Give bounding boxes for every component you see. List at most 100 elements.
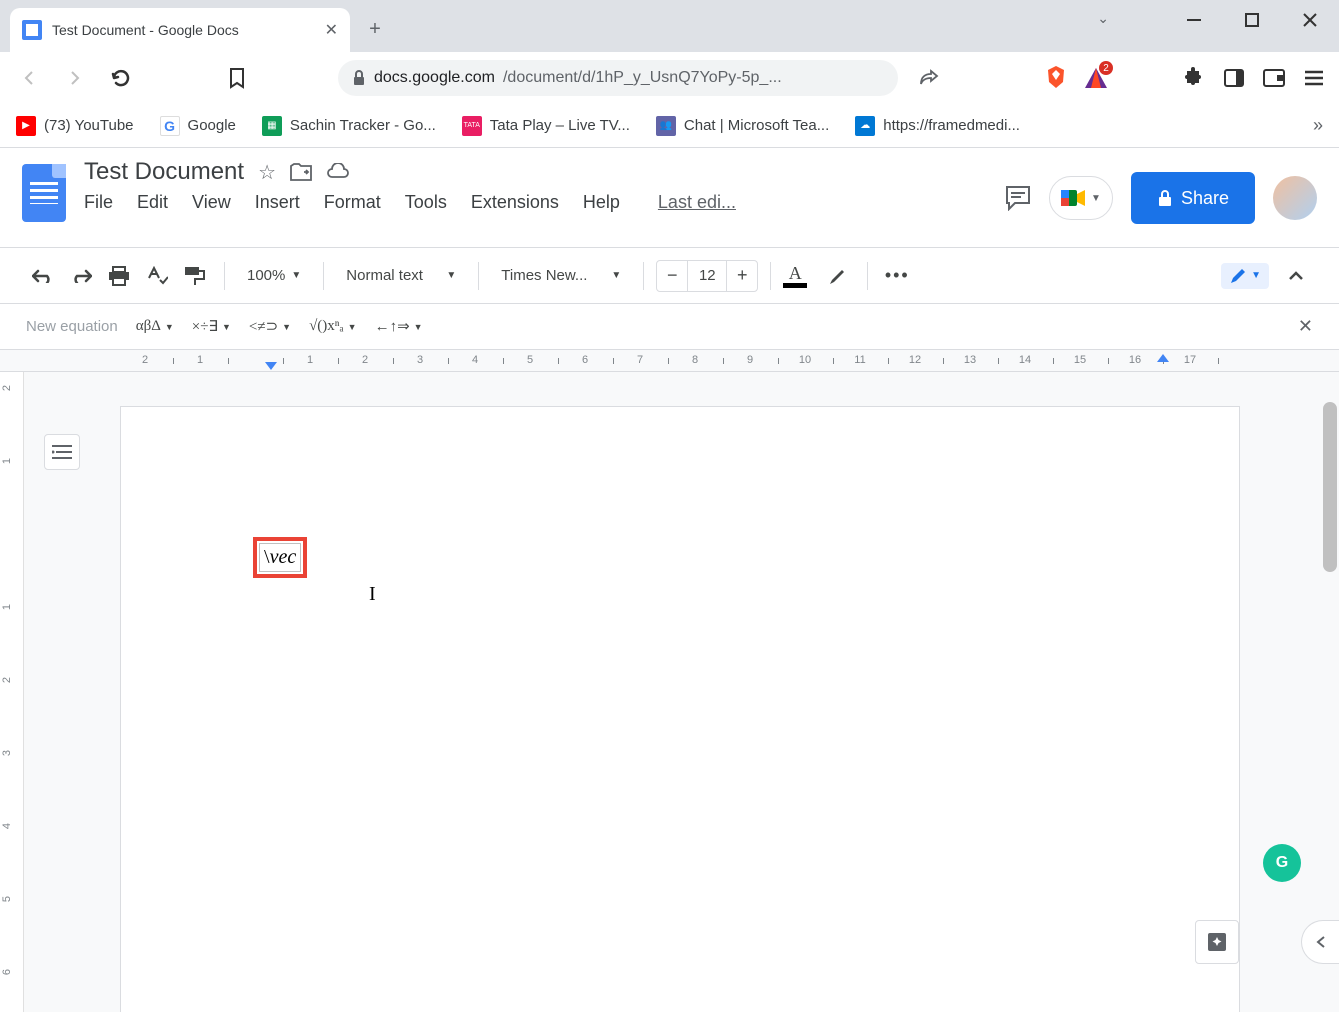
chevron-down-icon: ▼ bbox=[611, 270, 621, 281]
equation-toolbar: New equation αβΔ▼ ×÷∃▼ <≠⊃▼ √()xⁿₐ▼ ←↑⇒▼… bbox=[0, 304, 1339, 350]
youtube-icon: ▶ bbox=[16, 116, 36, 136]
fontsize-decrease-button[interactable]: − bbox=[657, 265, 687, 286]
lock-icon bbox=[1157, 189, 1173, 207]
tab-close-icon[interactable]: ✕ bbox=[325, 20, 338, 40]
math-operations-dropdown[interactable]: √()xⁿₐ▼ bbox=[309, 318, 356, 335]
docs-logo-icon[interactable] bbox=[22, 164, 66, 222]
paint-format-button[interactable] bbox=[178, 259, 212, 293]
bookmark-tata[interactable]: TATATata Play – Live TV... bbox=[462, 116, 630, 136]
sidebar-icon[interactable] bbox=[1223, 67, 1245, 89]
bookmark-label: Chat | Microsoft Tea... bbox=[684, 117, 829, 134]
share-label: Share bbox=[1181, 188, 1229, 209]
comment-history-icon[interactable] bbox=[1005, 185, 1031, 211]
cloud-status-icon[interactable] bbox=[326, 163, 350, 181]
forward-button[interactable] bbox=[60, 63, 90, 93]
bookmark-icon[interactable] bbox=[222, 63, 252, 93]
new-equation-label[interactable]: New equation bbox=[26, 318, 118, 335]
spellcheck-button[interactable] bbox=[140, 259, 174, 293]
close-window-button[interactable] bbox=[1281, 0, 1339, 40]
share-button[interactable]: Share bbox=[1131, 172, 1255, 224]
vertical-scrollbar[interactable] bbox=[1323, 402, 1337, 572]
brave-rewards-icon[interactable]: 2 bbox=[1085, 67, 1107, 89]
arrows-dropdown[interactable]: ←↑⇒▼ bbox=[375, 317, 423, 336]
grammarly-icon[interactable]: G bbox=[1263, 844, 1301, 882]
lock-icon bbox=[352, 70, 366, 86]
redo-button[interactable] bbox=[64, 259, 98, 293]
bookmark-label: Sachin Tracker - Go... bbox=[290, 117, 436, 134]
highlight-button[interactable] bbox=[821, 259, 855, 293]
back-button[interactable] bbox=[14, 63, 44, 93]
menu-help[interactable]: Help bbox=[583, 192, 620, 213]
document-page[interactable]: \vec I bbox=[120, 406, 1240, 1012]
pencil-icon bbox=[1229, 267, 1247, 285]
explore-button[interactable] bbox=[1195, 920, 1239, 964]
horizontal-ruler[interactable]: 211234567891011121314151617 bbox=[0, 350, 1339, 372]
share-url-icon[interactable] bbox=[914, 63, 944, 93]
url-path: /document/d/1hP_y_UsnQ7YoPy-5p_... bbox=[503, 69, 782, 87]
equation-input[interactable]: \vec bbox=[259, 543, 301, 572]
browser-menu-icon[interactable] bbox=[1303, 67, 1325, 89]
menu-file[interactable]: File bbox=[84, 192, 113, 213]
misc-operators-dropdown[interactable]: ×÷∃▼ bbox=[192, 317, 231, 336]
menu-extensions[interactable]: Extensions bbox=[471, 192, 559, 213]
zoom-dropdown[interactable]: 100%▼ bbox=[237, 259, 311, 293]
minimize-button[interactable] bbox=[1165, 0, 1223, 40]
document-area: 21123456 \vec I G bbox=[0, 372, 1339, 1012]
side-panel-toggle-button[interactable] bbox=[1301, 920, 1339, 964]
fontsize-increase-button[interactable]: + bbox=[727, 265, 757, 286]
maximize-button[interactable] bbox=[1223, 0, 1281, 40]
onedrive-icon: ☁ bbox=[855, 116, 875, 136]
bookmarks-bar: ▶ (73) YouTube GGoogle ▦Sachin Tracker - … bbox=[0, 104, 1339, 148]
bookmark-label: https://framedmedi... bbox=[883, 117, 1020, 134]
text-color-button[interactable]: A bbox=[783, 263, 807, 288]
tabs-dropdown-icon[interactable]: ⌄ bbox=[1097, 10, 1109, 27]
font-value: Times New... bbox=[501, 267, 587, 284]
fontsize-input[interactable]: 12 bbox=[687, 261, 727, 291]
tata-icon: TATA bbox=[462, 116, 482, 136]
collapse-toolbar-button[interactable] bbox=[1279, 259, 1313, 293]
bookmark-framed[interactable]: ☁ https://framedmedi... bbox=[855, 116, 1020, 136]
vertical-ruler[interactable]: 21123456 bbox=[0, 372, 24, 1012]
menu-tools[interactable]: Tools bbox=[405, 192, 447, 213]
new-tab-button[interactable]: + bbox=[360, 14, 390, 44]
style-value: Normal text bbox=[346, 267, 423, 284]
bookmark-teams[interactable]: 👥Chat | Microsoft Tea... bbox=[656, 116, 829, 136]
editing-mode-button[interactable]: ▼ bbox=[1221, 263, 1269, 289]
menu-insert[interactable]: Insert bbox=[255, 192, 300, 213]
bookmarks-overflow-icon[interactable]: » bbox=[1313, 115, 1323, 136]
wallet-icon[interactable] bbox=[1263, 67, 1285, 89]
bookmark-youtube[interactable]: ▶ (73) YouTube bbox=[16, 116, 134, 136]
browser-tab[interactable]: Test Document - Google Docs ✕ bbox=[10, 8, 350, 52]
bookmark-google[interactable]: GGoogle bbox=[160, 116, 236, 136]
style-dropdown[interactable]: Normal text ▼ bbox=[336, 259, 466, 293]
address-bar: docs.google.com/document/d/1hP_y_UsnQ7Yo… bbox=[0, 52, 1339, 104]
tab-strip: Test Document - Google Docs ✕ + ⌄ bbox=[0, 0, 1339, 52]
more-toolbar-button[interactable]: ••• bbox=[880, 259, 914, 293]
brave-shields-icon[interactable] bbox=[1045, 67, 1067, 89]
outline-toggle-button[interactable] bbox=[44, 434, 80, 470]
chevron-down-icon: ▼ bbox=[446, 270, 456, 281]
url-box[interactable]: docs.google.com/document/d/1hP_y_UsnQ7Yo… bbox=[338, 60, 898, 96]
menu-format[interactable]: Format bbox=[324, 192, 381, 213]
equation-highlight-box: \vec bbox=[253, 537, 307, 578]
star-icon[interactable]: ☆ bbox=[258, 160, 276, 185]
last-edit-link[interactable]: Last edi... bbox=[658, 192, 736, 213]
bookmark-sachin[interactable]: ▦Sachin Tracker - Go... bbox=[262, 116, 436, 136]
print-button[interactable] bbox=[102, 259, 136, 293]
chevron-down-icon: ▼ bbox=[291, 270, 301, 281]
relations-dropdown[interactable]: <≠⊃▼ bbox=[249, 317, 291, 336]
meet-button[interactable]: ▼ bbox=[1049, 176, 1113, 220]
extensions-icon[interactable] bbox=[1183, 67, 1205, 89]
user-avatar[interactable] bbox=[1273, 176, 1317, 220]
greek-letters-dropdown[interactable]: αβΔ▼ bbox=[136, 318, 174, 335]
menu-view[interactable]: View bbox=[192, 192, 231, 213]
document-title[interactable]: Test Document bbox=[84, 158, 244, 186]
close-equation-toolbar-icon[interactable]: ✕ bbox=[1298, 316, 1313, 337]
google-icon: G bbox=[160, 116, 180, 136]
bookmark-label: (73) YouTube bbox=[44, 117, 134, 134]
move-icon[interactable] bbox=[290, 163, 312, 181]
font-dropdown[interactable]: Times New... ▼ bbox=[491, 259, 631, 293]
undo-button[interactable] bbox=[26, 259, 60, 293]
menu-edit[interactable]: Edit bbox=[137, 192, 168, 213]
reload-button[interactable] bbox=[106, 63, 136, 93]
